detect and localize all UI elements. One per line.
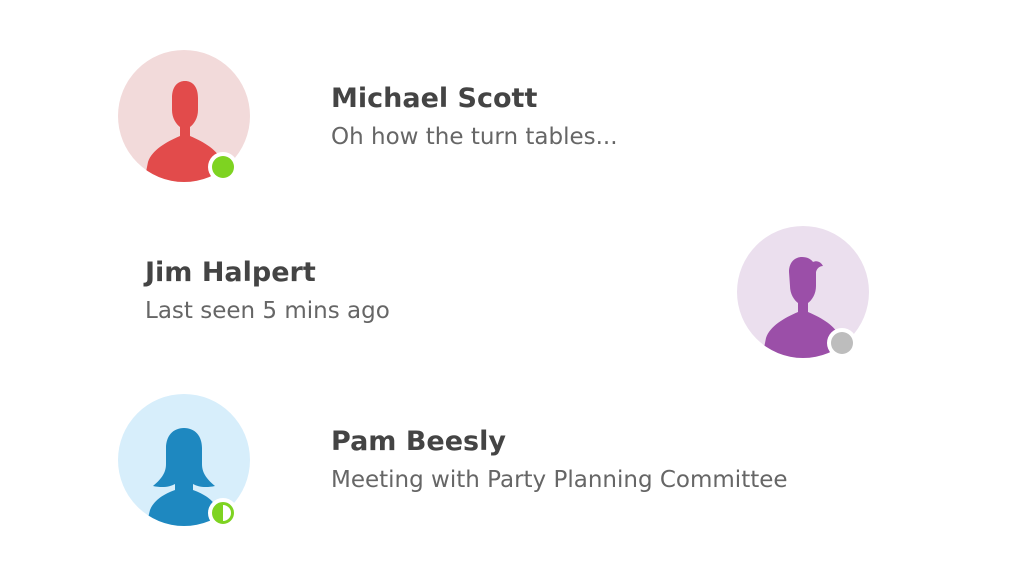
away-status-indicator [208, 498, 238, 528]
contact-item-jim-halpert[interactable]: Jim Halpert Last seen 5 mins ago [0, 220, 1032, 360]
online-dot [212, 156, 234, 178]
contact-name: Jim Halpert [145, 257, 316, 288]
contact-message: Last seen 5 mins ago [145, 298, 390, 324]
contact-message: Meeting with Party Planning Committee [331, 467, 788, 493]
contact-message: Oh how the turn tables... [331, 124, 618, 150]
contact-item-michael-scott[interactable]: Michael Scott Oh how the turn tables... [0, 45, 1032, 185]
half-circle-icon [212, 502, 234, 524]
contact-name: Pam Beesly [331, 426, 506, 457]
online-status-indicator [208, 152, 238, 182]
offline-status-indicator [827, 328, 857, 358]
offline-dot [831, 332, 853, 354]
contact-item-pam-beesly[interactable]: Pam Beesly Meeting with Party Planning C… [0, 390, 1032, 530]
contact-name: Michael Scott [331, 83, 538, 114]
